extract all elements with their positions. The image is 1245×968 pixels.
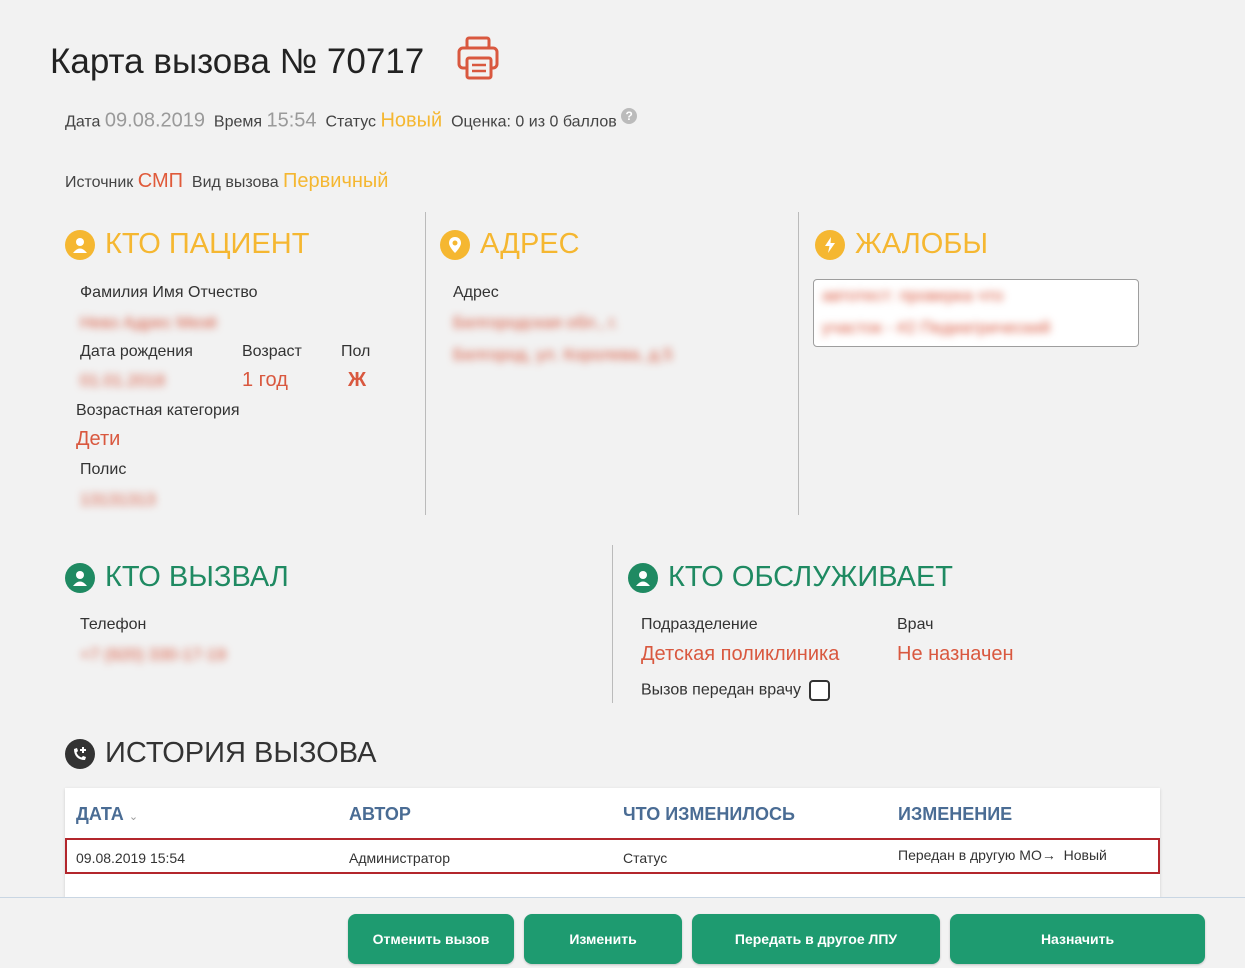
sex-value: Ж [348, 369, 367, 391]
transferred-label: Вызов передан врачу [641, 681, 801, 699]
complaints-line-1: автотест: проверка что [822, 286, 1004, 305]
complaints-textarea[interactable]: автотест: проверка что участок - #2 Педи… [813, 279, 1139, 347]
age-category-value: Дети [76, 428, 121, 450]
sort-chevron-icon: ⌄ [128, 811, 139, 823]
doctor-label: Врач [897, 616, 934, 633]
address-line-2: Белгород, ул. Королева, д.5 [453, 345, 673, 364]
status-label: Статус [325, 113, 377, 131]
row-author: Администратор [349, 850, 451, 866]
caller-section-title: КТО ВЫЗВАЛ [65, 561, 289, 594]
transfer-lpu-button[interactable]: Передать в другое ЛПУ [692, 914, 940, 964]
address-line-1: Белгородская обл., г. [453, 313, 618, 332]
lightning-icon [815, 229, 845, 260]
source-label: Источник [65, 174, 134, 191]
transferred-row: Вызов передан врачу [641, 680, 831, 701]
user-icon [65, 229, 95, 260]
map-pin-icon [440, 229, 470, 260]
row-date: 09.08.2019 15:54 [76, 850, 185, 866]
policy-value: 13131313 [80, 490, 156, 509]
cancel-call-button[interactable]: Отменить вызов [348, 914, 514, 964]
edit-button[interactable]: Изменить [524, 914, 682, 964]
column-header-change[interactable]: ИЗМЕНЕНИЕ [898, 804, 1012, 825]
call-type-value: Первичный [283, 170, 389, 192]
page-title: Карта вызова № 70717 [50, 42, 425, 81]
row-change-from: Передан в другую МО [898, 847, 1042, 863]
time-value: 15:54 [266, 109, 317, 132]
service-section-title: КТО ОБСЛУЖИВАЕТ [628, 561, 953, 594]
history-section-title: ИСТОРИЯ ВЫЗОВА [65, 737, 376, 770]
column-divider [798, 212, 799, 515]
caller-title-text: КТО ВЫЗВАЛ [105, 561, 289, 593]
sex-label: Пол [341, 343, 371, 360]
history-table: ДАТА ⌄ АВТОР ЧТО ИЗМЕНИЛОСЬ ИЗМЕНЕНИЕ 09… [65, 788, 1160, 898]
status-value: Новый [380, 109, 443, 132]
phone-value: +7 (920) 330-17-19 [80, 645, 227, 664]
column-divider [425, 212, 426, 515]
call-type-label: Вид вызова [191, 174, 279, 191]
history-title-text: ИСТОРИЯ ВЫЗОВА [105, 737, 377, 769]
user-icon [628, 562, 658, 593]
age-category-label: Возрастная категория [76, 402, 240, 419]
dob-label: Дата рождения [80, 343, 193, 360]
print-icon[interactable] [455, 36, 505, 82]
phone-label: Телефон [80, 616, 147, 633]
score-text: Оценка: 0 из 0 баллов [451, 113, 617, 131]
transferred-checkbox[interactable] [809, 680, 831, 701]
source-value: СМП [137, 170, 184, 192]
age-value: 1 год [242, 369, 288, 391]
complaints-line-2: участок - #2 Педиатрический [822, 318, 1051, 337]
fio-value: Невз Адрес Мезё [80, 313, 218, 332]
row-change-to: Новый [1063, 847, 1107, 863]
complaints-title-text: ЖАЛОБЫ [855, 228, 989, 260]
division-value: Детская поликлиника [641, 643, 840, 665]
table-row[interactable]: 09.08.2019 15:54 Администратор Статус Пе… [65, 838, 1160, 874]
dob-value: 01.01.2018 [80, 371, 166, 390]
patient-section-title: КТО ПАЦИЕНТ [65, 228, 309, 261]
column-header-what[interactable]: ЧТО ИЗМЕНИЛОСЬ [623, 804, 795, 825]
assign-button[interactable]: Назначить [950, 914, 1205, 964]
arrow-right-icon: → [1041, 847, 1056, 863]
date-label: Дата [65, 113, 101, 131]
fio-label: Фамилия Имя Отчество [80, 284, 258, 301]
column-divider [612, 545, 613, 703]
user-icon [65, 562, 95, 593]
source-line: Источник СМП Вид вызова Первичный [65, 170, 388, 193]
doctor-value: Не назначен [897, 643, 1014, 665]
policy-label: Полис [80, 461, 127, 478]
patient-title-text: КТО ПАЦИЕНТ [105, 228, 310, 260]
column-header-date[interactable]: ДАТА ⌄ [76, 804, 138, 825]
complaints-section-title: ЖАЛОБЫ [815, 228, 988, 261]
row-change: Передан в другую МО→ Новый [898, 847, 1107, 863]
column-header-author[interactable]: АВТОР [349, 804, 411, 825]
division-label: Подразделение [641, 616, 758, 633]
service-title-text: КТО ОБСЛУЖИВАЕТ [668, 561, 954, 593]
help-icon[interactable]: ? [621, 108, 638, 124]
time-label: Время [213, 113, 263, 131]
phone-plus-icon [65, 738, 95, 769]
date-value: 09.08.2019 [104, 109, 205, 132]
card-meta-line: Дата 09.08.2019 Время 15:54 Статус Новый… [65, 108, 638, 132]
column-header-date-label: ДАТА [76, 804, 124, 824]
address-title-text: АДРЕС [480, 228, 580, 260]
age-label: Возраст [242, 343, 302, 360]
row-what: Статус [623, 850, 668, 866]
address-label: Адрес [453, 284, 499, 301]
address-section-title: АДРЕС [440, 228, 580, 261]
action-footer: Отменить вызов Изменить Передать в друго… [0, 897, 1245, 968]
